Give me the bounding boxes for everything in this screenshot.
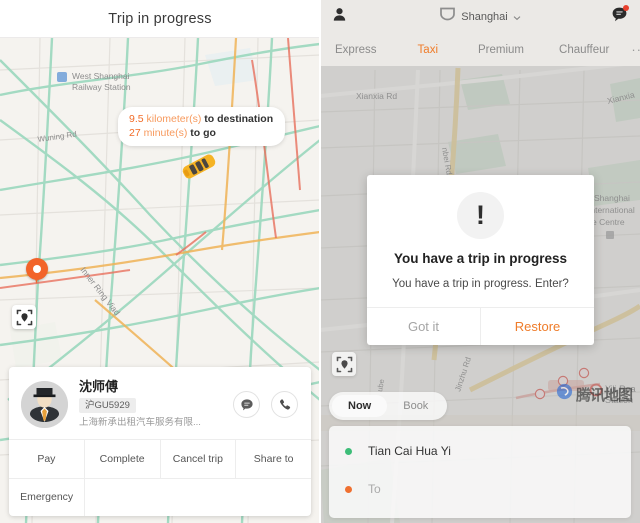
tencent-map-label: 腾讯地图 [575,386,633,404]
eta-distance-line: 9.5 kilometer(s) to destination [129,112,273,126]
dialog-actions: Got it Restore [367,307,594,345]
chat-bubble-icon[interactable] [233,391,260,418]
destination-dot-icon [345,485,352,493]
left-locate-button[interactable] [12,305,36,329]
svg-text:Railway Station: Railway Station [72,82,131,92]
eta-distance-unit: kilometer(s) [146,113,202,125]
emergency-button[interactable]: Emergency [9,479,86,516]
pickup-address: Tian Cai Hua Yi [368,444,451,458]
driver-plate: 沪GU5929 [79,398,136,413]
tab-premium[interactable]: Premium [478,44,524,56]
destination-row[interactable]: To [329,470,631,508]
complete-button[interactable]: Complete [85,440,161,478]
eta-time-value: 27 [129,127,141,139]
svg-text:West Shanghai: West Shanghai [72,71,130,81]
address-card: Tian Cai Hua Yi To [329,426,631,518]
destination-pin-icon [26,258,48,280]
trip-actions-row-2: Emergency [9,478,311,516]
share-to-button[interactable]: Share to [236,440,311,478]
dialog-message: You have a trip in progress. Enter? [392,278,569,290]
trip-in-progress-dialog: ! You have a trip in progress You have a… [367,175,594,345]
eta-distance-suffix: to destination [204,113,274,125]
restore-button[interactable]: Restore [480,308,594,345]
eta-time-suffix: to go [190,127,216,139]
page-title: Trip in progress [108,10,212,27]
actions-row-2-spacer [85,479,311,516]
trip-actions-row-1: Pay Complete Cancel trip Share to [9,439,311,478]
eta-distance-value: 9.5 [129,113,144,125]
eta-time-line: 27 minute(s) to go [129,126,273,140]
tab-express[interactable]: Express [335,44,377,56]
eta-time-unit: minute(s) [143,127,188,139]
city-selector[interactable]: Shanghai [320,7,640,26]
didi-logo-icon [439,7,456,26]
driver-contact-actions [233,391,298,418]
unread-badge [623,5,629,11]
service-tabs: Express Taxi Premium Chauffeur ··· [320,33,640,66]
cancel-trip-button[interactable]: Cancel trip [161,440,237,478]
left-header: Trip in progress [0,0,320,38]
tab-taxi[interactable]: Taxi [418,44,438,56]
tencent-map-watermark: 腾讯地图 [556,383,633,405]
pickup-dot-icon [345,447,352,455]
exclamation-icon: ! [457,192,504,239]
avatar [21,380,68,428]
dialog-title: You have a trip in progress [393,251,568,266]
exclamation-glyph: ! [476,200,485,230]
panel-divider [319,0,321,523]
app-screen: West Shanghai Railway Station Wuning Rd … [0,0,640,523]
mode-book[interactable]: Book [387,395,444,417]
eta-bubble: 9.5 kilometer(s) to destination 27 minut… [118,107,286,146]
city-label: Shanghai [461,10,508,23]
pay-button[interactable]: Pay [9,440,85,478]
mode-now[interactable]: Now [332,395,388,417]
tabs-overflow-icon[interactable]: ··· [631,42,640,57]
chevron-down-icon [513,8,521,26]
tencent-map-icon [556,383,573,405]
driver-card: 沈师傅 沪GU5929 上海新承出租汽车服务有限... Pay Complete… [9,367,311,516]
right-locate-button[interactable] [332,352,356,376]
dialog-body: ! You have a trip in progress You have a… [367,175,594,307]
message-bubble-icon[interactable] [611,5,629,28]
booking-mode-toggle: Now Book [329,392,448,420]
driver-company: 上海新承出租汽车服务有限... [79,417,201,428]
phone-icon[interactable] [271,391,298,418]
right-header: Shanghai [320,0,640,33]
driver-summary[interactable]: 沈师傅 沪GU5929 上海新承出租汽车服务有限... [9,367,311,439]
got-it-button[interactable]: Got it [367,308,480,345]
tab-chauffeur[interactable]: Chauffeur [559,44,609,56]
destination-address: To [368,482,381,496]
right-booking-panel: Xianxia Rd Xianxia nbei Rd Jinzhu Rd ube… [320,0,640,523]
left-trip-panel: West Shanghai Railway Station Wuning Rd … [0,0,320,523]
pickup-row[interactable]: Tian Cai Hua Yi [329,432,631,470]
